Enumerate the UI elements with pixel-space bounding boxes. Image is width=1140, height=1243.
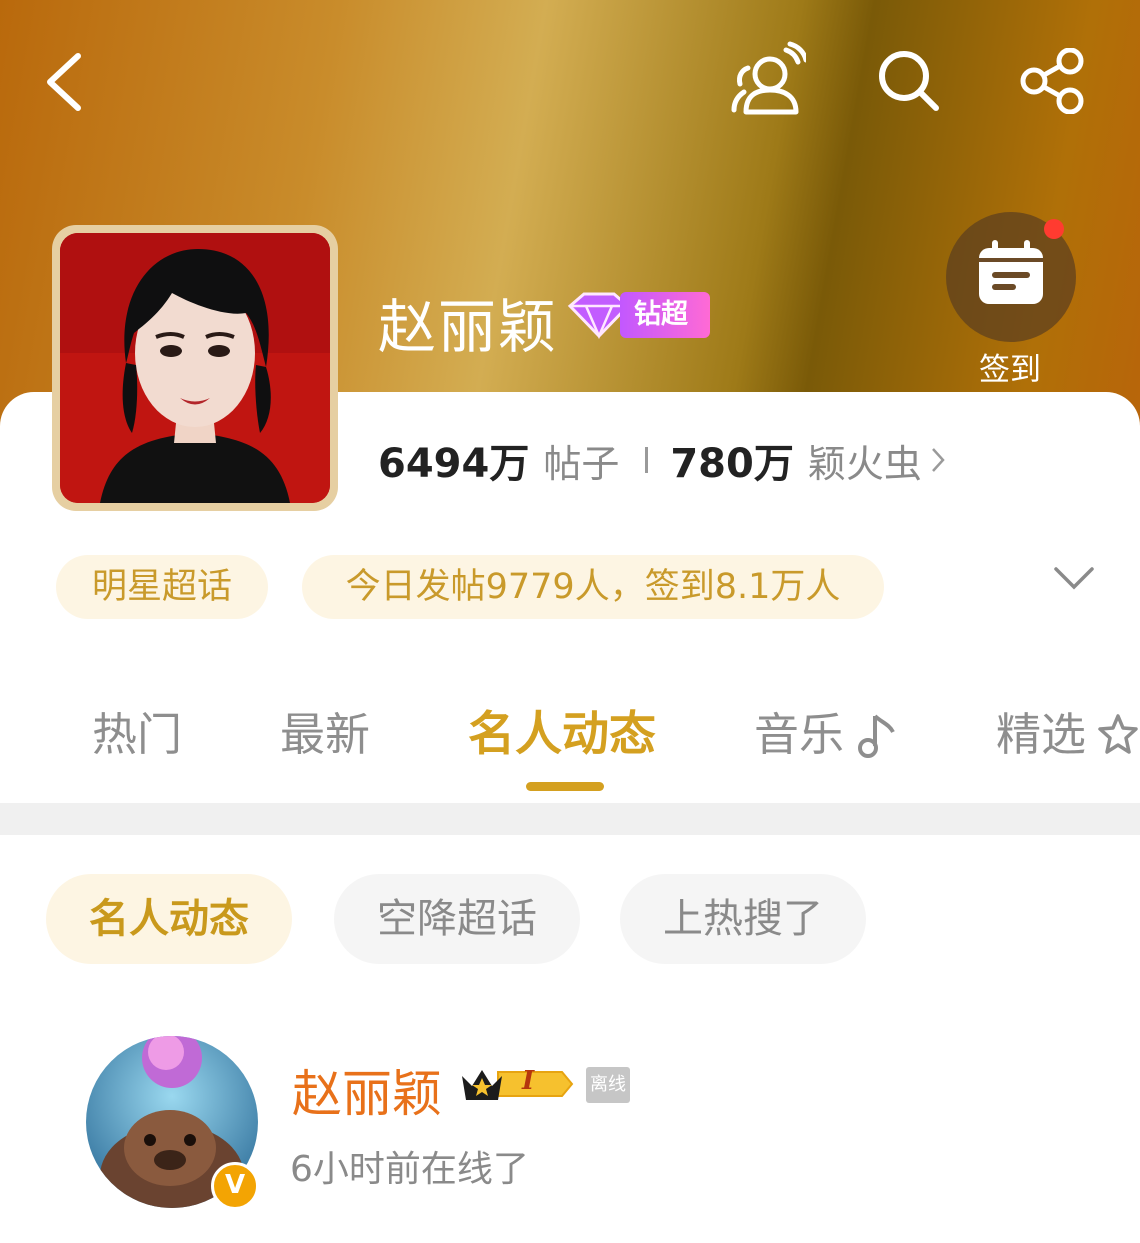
chevron-down-icon bbox=[1054, 567, 1094, 590]
today-stats-pill: 今日发帖9779人，签到8.1万人 bbox=[302, 555, 884, 619]
share-button[interactable] bbox=[1018, 48, 1086, 114]
back-icon bbox=[47, 53, 81, 111]
category-pill[interactable]: 明星超话 bbox=[56, 555, 268, 619]
tab-featured[interactable]: 精选 bbox=[996, 700, 1086, 770]
filter-chip-hot-search[interactable]: 上热搜了 bbox=[620, 874, 866, 964]
music-note-icon bbox=[858, 714, 895, 758]
posts-count: 6494万 bbox=[378, 441, 530, 487]
checkin-label: 签到 bbox=[979, 352, 1041, 388]
celebrity-name[interactable]: 赵丽颖 bbox=[292, 1054, 442, 1126]
tab-celebrity-updates[interactable]: 名人动态 bbox=[468, 700, 656, 770]
last-seen-text: 6小时前在线了 bbox=[290, 1149, 529, 1190]
tab-music[interactable]: 音乐 bbox=[754, 700, 844, 770]
notification-dot bbox=[1044, 219, 1064, 239]
filter-chip-airdrop[interactable]: 空降超话 bbox=[334, 874, 580, 964]
section-divider bbox=[0, 803, 1140, 835]
filter-chip-celebrity-updates[interactable]: 名人动态 bbox=[46, 874, 292, 964]
search-button[interactable] bbox=[876, 48, 942, 114]
fans-label: 颖火虫 bbox=[807, 441, 922, 486]
tab-hot[interactable]: 热门 bbox=[92, 700, 182, 770]
posts-label: 帖子 bbox=[543, 441, 620, 486]
tab-latest[interactable]: 最新 bbox=[280, 700, 370, 770]
verified-badge: V bbox=[211, 1162, 259, 1210]
active-tab-indicator bbox=[526, 782, 604, 791]
stats-separator bbox=[645, 447, 649, 473]
search-icon bbox=[879, 51, 939, 111]
crown-level-badge: I bbox=[458, 1062, 574, 1110]
topic-avatar[interactable] bbox=[60, 233, 330, 503]
calendar-icon bbox=[979, 240, 1043, 304]
share-icon bbox=[1020, 48, 1084, 114]
crown-icon bbox=[462, 1070, 574, 1100]
friends-icon bbox=[731, 41, 806, 115]
sparkle-icon bbox=[1098, 714, 1138, 754]
back-button[interactable] bbox=[40, 50, 86, 114]
chevron-right-icon bbox=[931, 448, 945, 472]
topic-level-badge: 钻超 bbox=[620, 292, 710, 338]
topic-stats[interactable]: 6494万 帖子 780万 颖火虫 bbox=[378, 432, 946, 488]
expand-button[interactable] bbox=[1052, 565, 1096, 595]
offline-status-tag: 离线 bbox=[586, 1067, 630, 1103]
celebrity-level: I bbox=[522, 1066, 535, 1096]
friends-button[interactable] bbox=[728, 40, 806, 118]
tab-bar: 热门 最新 名人动态 音乐 精选 bbox=[0, 700, 1140, 780]
fans-count: 780万 bbox=[670, 441, 794, 487]
topic-name: 赵丽颖 bbox=[378, 293, 559, 361]
